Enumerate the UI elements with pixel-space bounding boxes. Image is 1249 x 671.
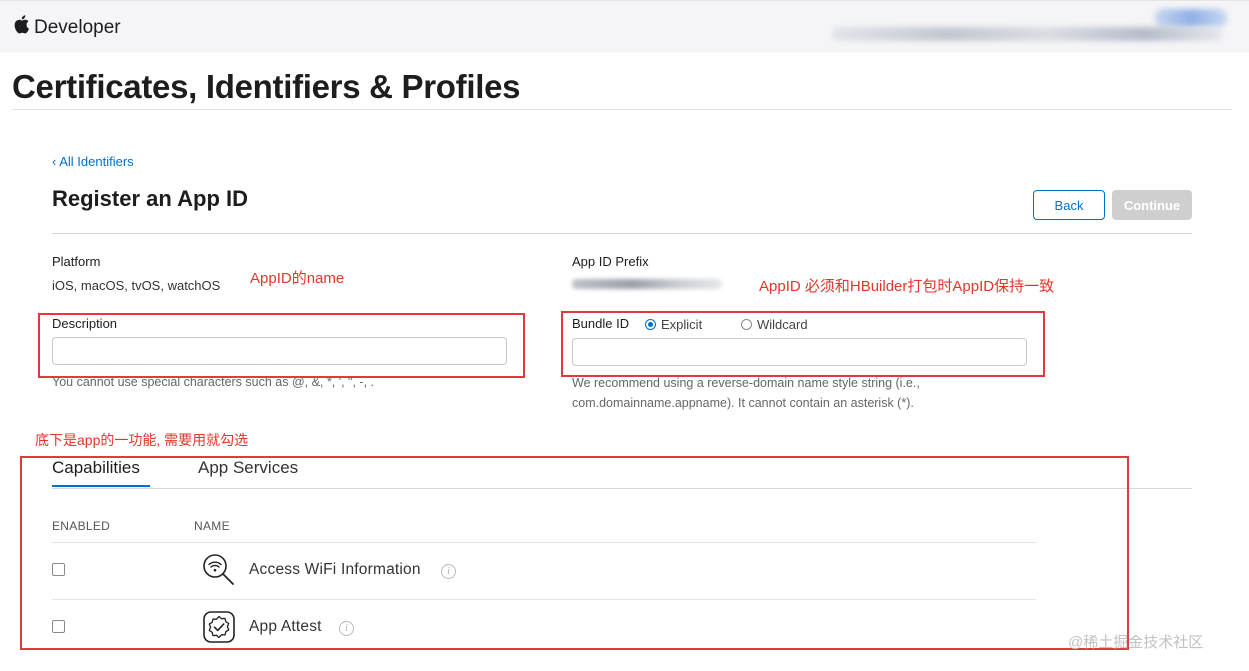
form-divider bbox=[52, 233, 1192, 234]
app-id-prefix-label: App ID Prefix bbox=[572, 254, 649, 269]
capabilities-annotation-box bbox=[20, 456, 1129, 650]
bundle-id-annotation-box bbox=[561, 311, 1045, 377]
blurred-avatar bbox=[1155, 9, 1227, 27]
form-title: Register an App ID bbox=[52, 186, 248, 211]
name-annotation: AppID的name bbox=[250, 270, 345, 287]
capabilities-annotation: 底下是app的一功能, 需要用就勾选 bbox=[35, 432, 249, 448]
platform-label: Platform bbox=[52, 254, 101, 269]
developer-brand[interactable]: Developer bbox=[34, 17, 121, 39]
description-annotation-box bbox=[38, 313, 525, 378]
bundle-id-help-line-2: com.domainname.appname). It cannot conta… bbox=[572, 396, 914, 410]
apple-logo-icon[interactable] bbox=[12, 13, 30, 35]
page-title: Certificates, Identifiers & Profiles bbox=[12, 68, 521, 105]
watermark: @稀土掘金技术社区 bbox=[1068, 634, 1204, 651]
platform-value: iOS, macOS, tvOS, watchOS bbox=[52, 278, 221, 293]
back-button[interactable]: Back bbox=[1033, 190, 1105, 220]
continue-button[interactable]: Continue bbox=[1112, 190, 1192, 220]
top-navigation-bar: Developer bbox=[0, 0, 1249, 53]
title-divider bbox=[12, 109, 1232, 110]
bundle-id-annotation: AppID 必须和HBuilder打包时AppID保持一致 bbox=[759, 278, 1055, 295]
all-identifiers-link[interactable]: ‹ All Identifiers bbox=[52, 154, 134, 169]
blurred-account-name bbox=[832, 27, 1222, 41]
app-id-prefix-value-blurred bbox=[572, 279, 722, 289]
